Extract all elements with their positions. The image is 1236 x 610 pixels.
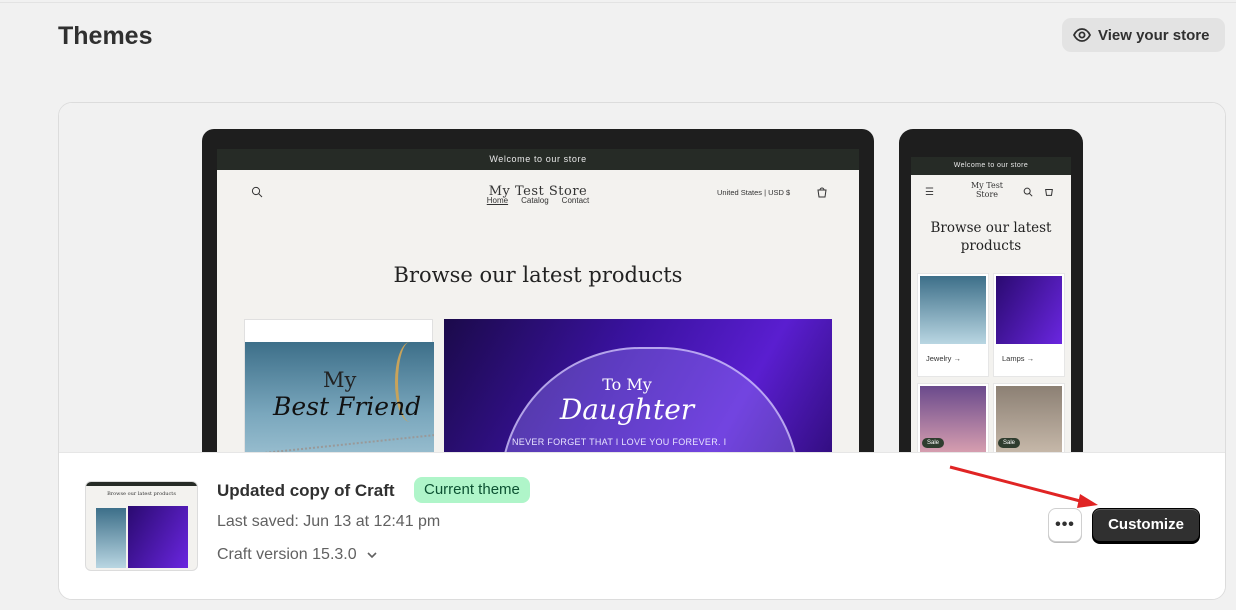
chevron-down-icon bbox=[367, 552, 377, 559]
view-store-label: View your store bbox=[1098, 26, 1210, 44]
thumbnail-product-image bbox=[128, 506, 188, 568]
mobile-product-card: Sale bbox=[917, 383, 989, 452]
mobile-store-heading: Browse our latest products bbox=[930, 220, 1052, 254]
theme-preview: Welcome to our store My Test Store Unite… bbox=[59, 103, 1225, 452]
view-store-button[interactable]: View your store bbox=[1062, 18, 1225, 52]
thumbnail-product-image bbox=[96, 508, 126, 568]
product-image-message: NEVER FORGET THAT I LOVE YOU FOREVER. I … bbox=[512, 437, 727, 452]
thumbnail-announcement-bar bbox=[86, 482, 197, 486]
search-icon bbox=[1023, 187, 1033, 197]
store-nav: Home Catalog Contact bbox=[217, 196, 859, 205]
desktop-preview-screen: Welcome to our store My Test Store Unite… bbox=[217, 149, 859, 452]
product-image-text: My bbox=[323, 368, 357, 392]
product-image-best-friend: My Best Friend bbox=[245, 342, 434, 452]
menu-icon: ☰ bbox=[925, 187, 934, 198]
mobile-collection-lamps: Lamps → bbox=[993, 273, 1065, 377]
theme-version-dropdown[interactable]: Craft version 15.3.0 bbox=[217, 546, 379, 564]
theme-name: Updated copy of Craft bbox=[217, 481, 395, 500]
mobile-announcement-bar: Welcome to our store bbox=[911, 157, 1071, 175]
product-image-text: Best Friend bbox=[273, 392, 422, 421]
product-card-best-friend: My Best Friend bbox=[244, 319, 434, 452]
announcement-bar: Welcome to our store bbox=[217, 149, 859, 170]
sale-badge: Sale bbox=[998, 438, 1021, 448]
mobile-store-header: ☰ My Test Store bbox=[911, 175, 1071, 213]
sale-badge: Sale bbox=[922, 438, 945, 448]
top-divider bbox=[0, 0, 1236, 3]
eye-icon bbox=[1072, 28, 1092, 42]
last-saved-text: Last saved: Jun 13 at 12:41 pm bbox=[217, 513, 441, 530]
collection-image bbox=[996, 276, 1062, 344]
product-image-text: To My bbox=[602, 375, 652, 394]
heart-plaque-image: To My Daughter NEVER FORGET THAT I LOVE … bbox=[500, 347, 800, 452]
store-heading: Browse our latest products bbox=[393, 263, 683, 287]
nav-catalog: Catalog bbox=[521, 196, 549, 205]
current-theme-badge: Current theme bbox=[414, 477, 530, 503]
customize-button[interactable]: Customize bbox=[1092, 508, 1200, 542]
more-actions-button[interactable]: ••• bbox=[1048, 508, 1082, 542]
product-card-daughter: To My Daughter NEVER FORGET THAT I LOVE … bbox=[444, 319, 832, 452]
page-title: Themes bbox=[58, 22, 153, 50]
theme-version-label: Craft version 15.3.0 bbox=[217, 546, 357, 563]
desktop-preview: Welcome to our store My Test Store Unite… bbox=[202, 129, 874, 452]
mobile-preview-screen: Welcome to our store ☰ My Test Store Bro… bbox=[911, 157, 1071, 452]
store-header: My Test Store United States | USD $ bbox=[217, 170, 859, 220]
cart-icon bbox=[1045, 189, 1053, 196]
mobile-preview: Welcome to our store ☰ My Test Store Bro… bbox=[899, 129, 1083, 452]
mobile-collection-jewelry: Jewelry → bbox=[917, 273, 989, 377]
collection-image bbox=[920, 276, 986, 344]
collection-label: Lamps → bbox=[1002, 354, 1035, 363]
nav-home: Home bbox=[486, 196, 509, 205]
nav-contact: Contact bbox=[561, 196, 590, 205]
mobile-product-card: Sale bbox=[993, 383, 1065, 452]
collection-label: Jewelry → bbox=[926, 354, 962, 363]
thumbnail-heading: Browse our latest products bbox=[107, 491, 176, 497]
mobile-store-name: My Test Store bbox=[970, 181, 1004, 199]
product-image-text: Daughter bbox=[559, 393, 695, 426]
necklace-chain bbox=[245, 418, 434, 452]
theme-thumbnail: Browse our latest products bbox=[85, 481, 198, 571]
